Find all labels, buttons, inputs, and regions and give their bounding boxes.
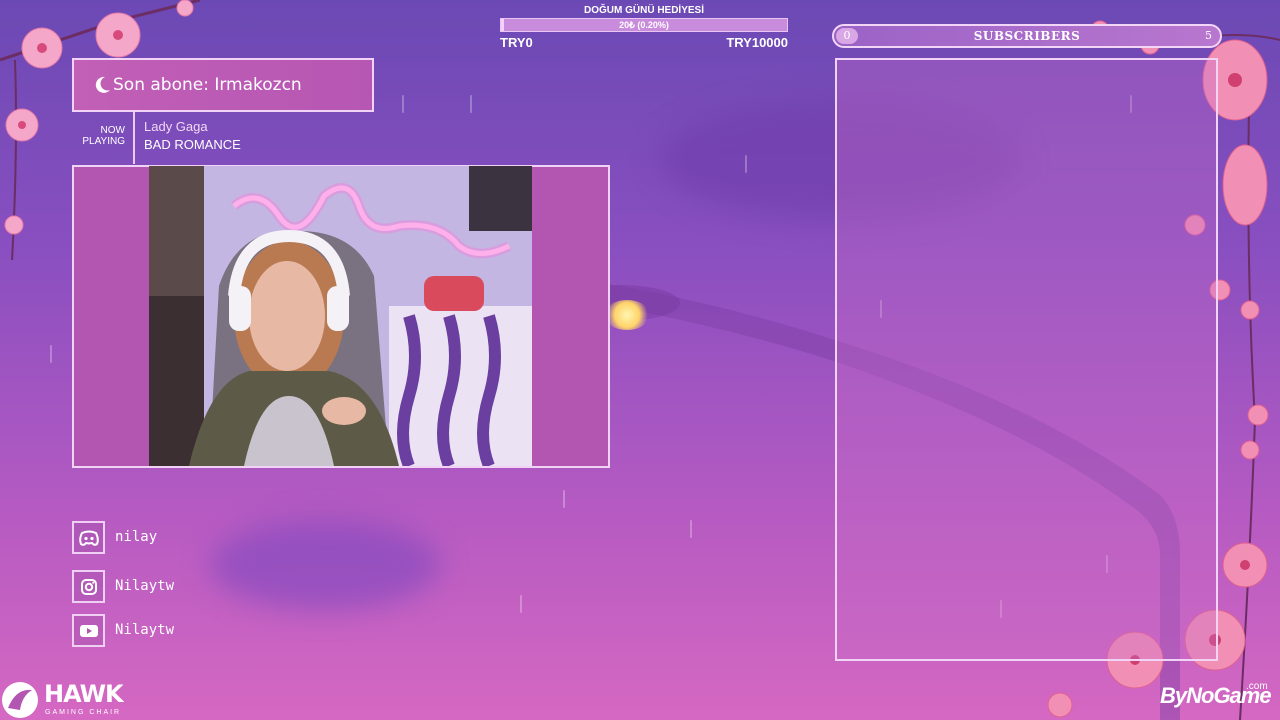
rain-drop	[470, 95, 472, 113]
discord-icon	[78, 530, 99, 546]
last-subscriber-panel: Son abone: Irmakozcn	[72, 58, 374, 112]
social-item-youtube[interactable]	[72, 614, 105, 647]
donation-min-label: TRY0	[500, 35, 533, 50]
now-playing-label-line2: PLAYING	[82, 136, 125, 147]
rain-drop	[745, 155, 747, 173]
social-handle-instagram: Nilaytw	[115, 578, 175, 594]
rain-drop	[690, 520, 692, 538]
subscribers-label: SUBSCRIBERS	[973, 29, 1081, 43]
last-subscriber-text: Son abone: Irmakozcn	[113, 75, 302, 95]
subscribers-goal-count: 5	[1205, 29, 1212, 42]
now-playing-divider	[133, 112, 135, 164]
hawk-logo-text: HAWK	[44, 680, 124, 708]
instagram-icon	[80, 578, 97, 595]
cloud-decoration	[210, 520, 440, 610]
lamp-light	[604, 300, 650, 330]
gameplay-frame	[835, 58, 1218, 661]
rain-drop	[402, 95, 404, 113]
now-playing-song: BAD ROMANCE	[144, 137, 241, 152]
donation-max-label: TRY10000	[726, 35, 788, 50]
subscribers-goal-bar: 0 SUBSCRIBERS 5	[832, 24, 1222, 48]
now-playing-artist: Lady Gaga	[144, 119, 208, 134]
hawk-logo-icon	[2, 682, 38, 718]
webcam-feed	[149, 166, 532, 466]
donation-progress-bar: 20₺ (0.20%)	[500, 18, 788, 32]
youtube-icon	[79, 624, 98, 637]
rain-drop	[563, 490, 565, 508]
bynogame-domain: .com	[1246, 681, 1268, 692]
now-playing-label: NOW PLAYING	[75, 125, 125, 147]
rain-drop	[520, 595, 522, 613]
social-handle-youtube: Nilaytw	[115, 622, 175, 638]
webcam-scene	[149, 166, 532, 466]
social-item-discord[interactable]	[72, 521, 105, 554]
hawk-logo-tagline: GAMING CHAIR	[45, 709, 122, 716]
social-item-instagram[interactable]	[72, 570, 105, 603]
now-playing-label-line1: NOW	[100, 125, 125, 136]
rain-drop	[50, 345, 52, 363]
social-handle-discord: nilay	[115, 529, 158, 545]
donation-goal-title: DOĞUM GÜNÜ HEDİYESİ	[583, 5, 704, 16]
moon-icon	[95, 76, 110, 93]
donation-progress-text: 20₺ (0.20%)	[619, 20, 669, 30]
